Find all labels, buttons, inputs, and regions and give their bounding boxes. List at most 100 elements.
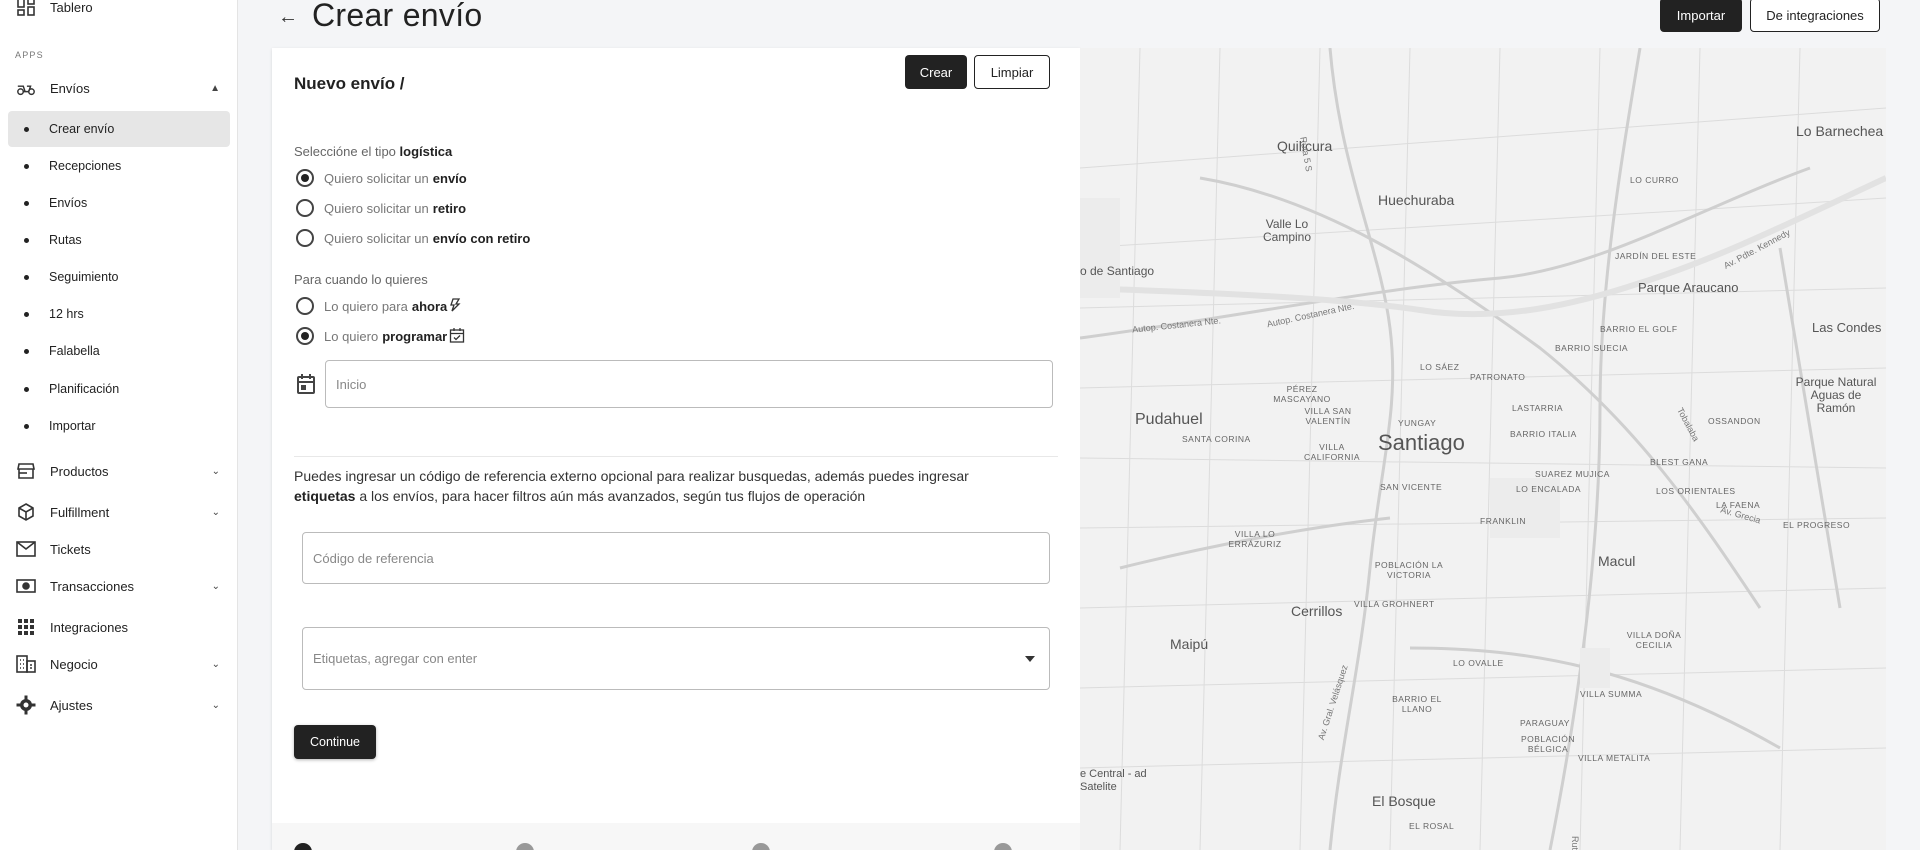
map-label: BARRIO EL GOLF (1600, 324, 1678, 334)
sidebar-item-label: Tickets (50, 541, 91, 557)
start-date-input[interactable]: Inicio (325, 360, 1053, 408)
scooter-icon (16, 78, 36, 98)
cash-icon (16, 576, 36, 596)
sidebar-item-negocio[interactable]: Negocio ⌄ (0, 646, 238, 682)
sidebar-subitem-seguimiento[interactable]: Seguimiento (8, 259, 230, 295)
sidebar-item-productos[interactable]: Productos ⌄ (0, 453, 238, 489)
map-view[interactable]: Quilicura Lo Barnechea Huechuraba Valle … (1080, 48, 1886, 850)
step-indicator[interactable] (994, 843, 1012, 850)
radio-unchecked-icon (296, 297, 314, 315)
bullet-icon (24, 200, 29, 206)
map-label: EL ROSAL (1409, 821, 1455, 831)
option-bold: retiro (432, 200, 467, 216)
option-prefix: Lo quiero para (324, 298, 408, 314)
radio-ahora[interactable]: Lo quiero para ahora (296, 295, 461, 317)
map-label: YUNGAY (1398, 418, 1437, 428)
clear-button[interactable]: Limpiar (974, 55, 1050, 89)
reference-code-input[interactable]: Código de referencia (302, 532, 1050, 584)
sidebar-group-envios[interactable]: Envíos ▲ (0, 70, 238, 106)
tags-select[interactable]: Etiquetas, agregar con enter (302, 627, 1050, 690)
sidebar-subitem-recepciones[interactable]: Recepciones (8, 148, 230, 184)
sidebar-subitem-falabella[interactable]: Falabella (8, 333, 230, 369)
map-label: PATRONATO (1470, 372, 1526, 382)
sidebar-item-tickets[interactable]: Tickets (0, 531, 238, 567)
sidebar: Tablero APPS Envíos ▲ Crear envío Recepc… (0, 0, 238, 850)
sidebar-item-fulfillment[interactable]: Fulfillment ⌄ (0, 494, 238, 530)
sidebar-subitem-rutas[interactable]: Rutas (8, 222, 230, 258)
calendar-check-icon (449, 327, 465, 346)
tags-placeholder: Etiquetas, agregar con enter (313, 651, 478, 666)
map-label: LO SÁEZ (1420, 362, 1460, 372)
caret-down-icon (1025, 656, 1035, 662)
map-label: PARAGUAY (1520, 718, 1570, 728)
back-arrow-icon[interactable]: ← (278, 6, 298, 29)
map-label: LOS ORIENTALES (1656, 486, 1736, 496)
radio-envio[interactable]: Quiero solicitar un envío (296, 167, 467, 189)
map-label: VILLA DOÑA CECILIA (1626, 630, 1682, 650)
sidebar-subitem-label: 12 hrs (49, 307, 84, 321)
map-label: El Bosque (1372, 793, 1436, 809)
sidebar-subitem-label: Seguimiento (49, 270, 119, 284)
option-bold: programar (382, 328, 448, 344)
bullet-icon (24, 126, 29, 132)
sidebar-item-label: Negocio (50, 656, 98, 672)
logistics-type-label: Seleccióne el tipo logística (294, 144, 452, 159)
sidebar-subitem-crear-envio[interactable]: Crear envío (8, 111, 230, 147)
sidebar-subitem-planificacion[interactable]: Planificación (8, 371, 230, 407)
map-label: EL PROGRESO (1783, 520, 1851, 530)
sidebar-subitem-label: Crear envío (49, 122, 115, 136)
gear-icon (16, 695, 36, 715)
reference-description: Puedes ingresar un código de referencia … (294, 466, 1054, 506)
package-icon (16, 502, 36, 522)
sidebar-subitem-label: Importar (49, 419, 96, 433)
map-label: VILLA METALITA (1578, 753, 1651, 763)
map-label: Parque Natural Aguas de Ramón (1795, 375, 1877, 415)
description-text: a los envíos, para hacer filtros aún más… (359, 488, 866, 504)
step-indicator[interactable] (294, 843, 312, 850)
map-label: OSSANDON (1708, 416, 1761, 426)
option-prefix: Lo quiero (324, 328, 379, 344)
bullet-icon (24, 163, 29, 169)
map-label: VILLA SAN VALENTÍN (1304, 406, 1352, 426)
sidebar-item-ajustes[interactable]: Ajustes ⌄ (0, 687, 238, 723)
map-label: BARRIO EL LLANO (1392, 694, 1442, 714)
sidebar-item-label: Fulfillment (50, 504, 110, 520)
sidebar-item-tablero[interactable]: Tablero (0, 0, 238, 22)
option-prefix: Quiero solicitar un (324, 200, 429, 216)
create-button[interactable]: Crear (905, 55, 967, 89)
option-prefix: Quiero solicitar un (324, 170, 429, 186)
map-label: PÉREZ MASCAYANO (1273, 384, 1331, 404)
map-label: Lo Barnechea (1796, 123, 1884, 139)
sidebar-item-integraciones[interactable]: Integraciones (0, 609, 238, 645)
sidebar-item-label: Productos (50, 463, 109, 479)
chevron-down-icon: ⌄ (211, 699, 220, 711)
continue-button[interactable]: Continue (294, 725, 376, 759)
map-road-label: Ruta 5 S (1570, 836, 1580, 850)
form-title: Nuevo envío / (294, 74, 405, 93)
map-label: LO CURRO (1630, 175, 1679, 185)
sidebar-subitem-label: Rutas (49, 233, 82, 247)
option-bold: envío con retiro (432, 230, 531, 246)
map-label: Huechuraba (1378, 192, 1455, 208)
sidebar-subitem-envios[interactable]: Envíos (8, 185, 230, 221)
step-indicator[interactable] (752, 843, 770, 850)
calendar-icon[interactable] (296, 373, 316, 395)
bullet-icon (24, 386, 29, 392)
radio-retiro[interactable]: Quiero solicitar un retiro (296, 197, 466, 219)
map-label: VILLA SUMMA (1580, 689, 1643, 699)
map-label: Pudahuel (1135, 411, 1203, 428)
sidebar-item-transacciones[interactable]: Transacciones ⌄ (0, 568, 238, 604)
integrations-button[interactable]: De integraciones (1750, 0, 1880, 32)
chevron-up-icon: ▲ (210, 82, 220, 94)
step-indicator[interactable] (516, 843, 534, 850)
import-button[interactable]: Importar (1660, 0, 1742, 32)
map-label: LO ENCALADA (1516, 484, 1582, 494)
radio-envio-con-retiro[interactable]: Quiero solicitar un envío con retiro (296, 227, 530, 249)
bullet-icon (24, 423, 29, 429)
sidebar-item-label: Tablero (50, 0, 93, 15)
sidebar-item-label: Integraciones (50, 619, 129, 635)
map-label: Macul (1598, 553, 1636, 569)
radio-programar[interactable]: Lo quiero programar (296, 325, 465, 347)
sidebar-subitem-12hrs[interactable]: 12 hrs (8, 296, 230, 332)
sidebar-subitem-importar[interactable]: Importar (8, 408, 230, 444)
